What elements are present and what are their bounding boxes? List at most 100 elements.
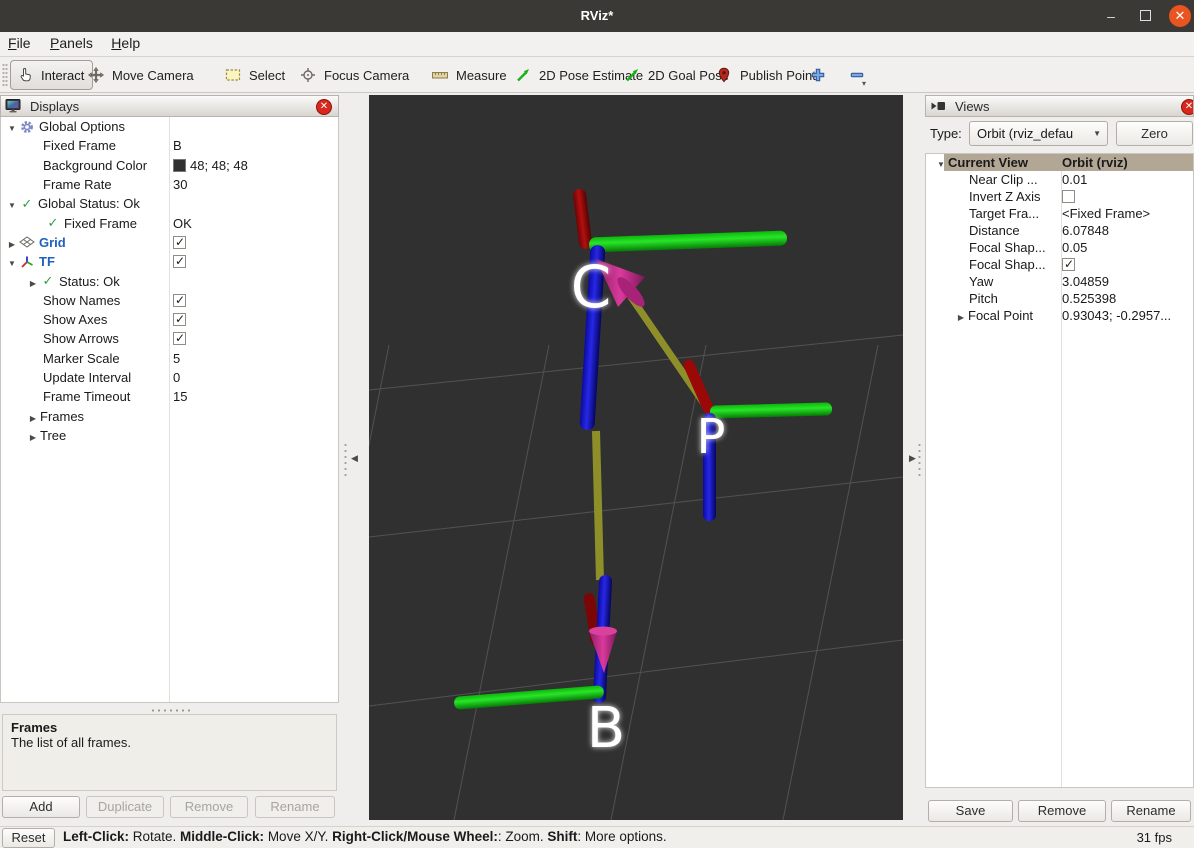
tf-enabled-checkbox[interactable] bbox=[173, 255, 186, 268]
chevron-down-icon[interactable]: ▾ bbox=[862, 79, 866, 88]
property-value[interactable]: 5 bbox=[173, 351, 180, 366]
maximize-button[interactable] bbox=[1140, 10, 1151, 21]
3d-viewport[interactable]: C P B bbox=[369, 95, 903, 820]
remove-view-button[interactable]: Remove bbox=[1018, 800, 1106, 822]
menu-file[interactable]: File bbox=[8, 35, 31, 51]
invert-z-checkbox[interactable] bbox=[1062, 190, 1075, 203]
rename-view-button[interactable]: Rename bbox=[1111, 800, 1191, 822]
property-value[interactable]: 0.05 bbox=[1062, 240, 1087, 255]
focal-shape-checkbox[interactable] bbox=[1062, 258, 1075, 271]
minimize-button[interactable]: – bbox=[1105, 9, 1117, 23]
property-value[interactable]: 30 bbox=[173, 177, 187, 192]
tree-row-show-names[interactable]: Show Names bbox=[1, 291, 338, 310]
help-splitter-handle[interactable] bbox=[0, 706, 339, 713]
goal-pose-tool-button[interactable]: 2D Goal Pose bbox=[624, 57, 729, 93]
close-button[interactable]: ✕ bbox=[1169, 5, 1191, 27]
tree-row-tf[interactable]: TF bbox=[1, 252, 338, 271]
tool-label: Select bbox=[249, 68, 285, 83]
grid-enabled-checkbox[interactable] bbox=[173, 236, 186, 249]
property-value[interactable]: 15 bbox=[173, 389, 187, 404]
collapse-right-icon[interactable]: ▶ bbox=[909, 453, 916, 464]
property-value[interactable]: 48; 48; 48 bbox=[173, 158, 248, 173]
tree-row-fixed-frame-status[interactable]: ✓ Fixed Frame OK bbox=[1, 213, 338, 232]
expander-icon[interactable] bbox=[26, 409, 40, 424]
measure-tool-button[interactable]: Measure bbox=[432, 57, 507, 93]
tree-row-distance[interactable]: Distance 6.07848 bbox=[926, 222, 1193, 239]
tree-row-frame-timeout[interactable]: Frame Timeout 15 bbox=[1, 387, 338, 406]
tree-row-global-options[interactable]: Global Options bbox=[1, 117, 338, 136]
expander-icon[interactable] bbox=[26, 274, 40, 289]
tree-row-show-axes[interactable]: Show Axes bbox=[1, 310, 338, 329]
tree-row-frame-rate[interactable]: Frame Rate 30 bbox=[1, 175, 338, 194]
menu-panels[interactable]: Panels bbox=[50, 35, 93, 51]
menu-help[interactable]: Help bbox=[111, 35, 140, 51]
tree-row-target-frame[interactable]: Target Fra... <Fixed Frame> bbox=[926, 205, 1193, 222]
tree-row-pitch[interactable]: Pitch 0.525398 bbox=[926, 290, 1193, 307]
move-camera-tool-button[interactable]: Move Camera bbox=[88, 57, 194, 93]
selection-box-icon bbox=[225, 67, 241, 83]
toolbar-drag-handle[interactable] bbox=[2, 63, 8, 87]
tree-row-near-clip[interactable]: Near Clip ... 0.01 bbox=[926, 171, 1193, 188]
show-arrows-checkbox[interactable] bbox=[173, 332, 186, 345]
tree-row-focal-shape-fixed[interactable]: Focal Shap... bbox=[926, 256, 1193, 273]
add-display-button[interactable]: Add bbox=[2, 796, 80, 818]
views-tree: Current View Orbit (rviz) Near Clip ... … bbox=[925, 153, 1194, 788]
tree-row-frames[interactable]: Frames bbox=[1, 406, 338, 425]
view-type-select[interactable]: Orbit (rviz_defau▼ bbox=[969, 121, 1108, 146]
right-panel-splitter[interactable]: ▶ bbox=[903, 95, 925, 822]
focus-camera-tool-button[interactable]: Focus Camera bbox=[300, 57, 409, 93]
tree-row-background-color[interactable]: Background Color 48; 48; 48 bbox=[1, 156, 338, 175]
color-swatch bbox=[173, 159, 186, 172]
expander-icon[interactable] bbox=[5, 254, 19, 269]
tf-arrow-shaft-cb bbox=[596, 431, 600, 580]
reset-button[interactable]: Reset bbox=[2, 828, 55, 848]
duplicate-display-button[interactable]: Duplicate bbox=[86, 796, 164, 818]
tree-row-focal-shape-size[interactable]: Focal Shap... 0.05 bbox=[926, 239, 1193, 256]
close-icon[interactable]: ✕ bbox=[1181, 99, 1194, 115]
frame-label-p: P bbox=[697, 409, 726, 465]
tree-row-yaw[interactable]: Yaw 3.04859 bbox=[926, 273, 1193, 290]
property-value[interactable]: 6.07848 bbox=[1062, 223, 1109, 238]
tree-row-marker-scale[interactable]: Marker Scale 5 bbox=[1, 349, 338, 368]
left-panel-splitter[interactable]: ◀ bbox=[339, 95, 369, 822]
property-value[interactable]: 0 bbox=[173, 370, 180, 385]
add-tool-button[interactable] bbox=[810, 57, 830, 93]
save-view-button[interactable]: Save bbox=[928, 800, 1013, 822]
expander-icon[interactable] bbox=[5, 235, 19, 250]
select-tool-button[interactable]: Select bbox=[225, 57, 285, 93]
collapse-left-icon[interactable]: ◀ bbox=[351, 453, 358, 464]
property-value[interactable]: <Fixed Frame> bbox=[1062, 206, 1150, 221]
show-names-checkbox[interactable] bbox=[173, 294, 186, 307]
tree-row-global-status[interactable]: ✓ Global Status: Ok bbox=[1, 194, 338, 213]
expander-icon[interactable] bbox=[5, 119, 19, 134]
displays-panel-header[interactable]: Displays ✕ bbox=[0, 95, 339, 117]
show-axes-checkbox[interactable] bbox=[173, 313, 186, 326]
remove-display-button[interactable]: Remove bbox=[170, 796, 248, 818]
tree-row-fixed-frame[interactable]: Fixed Frame B bbox=[1, 136, 338, 155]
publish-point-tool-button[interactable]: Publish Point bbox=[716, 57, 816, 93]
tree-row-tf-status[interactable]: ✓ Status: Ok bbox=[1, 271, 338, 290]
property-value[interactable]: B bbox=[173, 138, 182, 153]
property-value[interactable]: 0.93043; -0.2957... bbox=[1062, 308, 1171, 323]
tool-label: Publish Point bbox=[740, 68, 816, 83]
property-value[interactable]: 0.01 bbox=[1062, 172, 1087, 187]
property-value[interactable]: 0.525398 bbox=[1062, 291, 1116, 306]
expander-icon[interactable] bbox=[26, 428, 40, 443]
close-icon[interactable]: ✕ bbox=[316, 99, 332, 115]
tree-row-tree[interactable]: Tree bbox=[1, 426, 338, 445]
tree-row-current-view[interactable]: Current View Orbit (rviz) bbox=[926, 154, 1193, 171]
tree-row-grid[interactable]: Grid bbox=[1, 233, 338, 252]
zero-button[interactable]: Zero bbox=[1116, 121, 1193, 146]
tree-row-invert-z-axis[interactable]: Invert Z Axis bbox=[926, 188, 1193, 205]
views-panel-header[interactable]: Views ✕ bbox=[925, 95, 1194, 117]
tree-row-update-interval[interactable]: Update Interval 0 bbox=[1, 368, 338, 387]
rename-display-button[interactable]: Rename bbox=[255, 796, 335, 818]
interact-tool-button[interactable]: Interact bbox=[10, 60, 93, 90]
expander-icon[interactable] bbox=[954, 308, 968, 323]
expander-icon[interactable] bbox=[934, 155, 948, 170]
tree-row-focal-point[interactable]: Focal Point 0.93043; -0.2957... bbox=[926, 307, 1193, 324]
gear-icon bbox=[19, 119, 35, 135]
tree-row-show-arrows[interactable]: Show Arrows bbox=[1, 329, 338, 348]
property-value[interactable]: 3.04859 bbox=[1062, 274, 1109, 289]
expander-icon[interactable] bbox=[5, 196, 19, 211]
